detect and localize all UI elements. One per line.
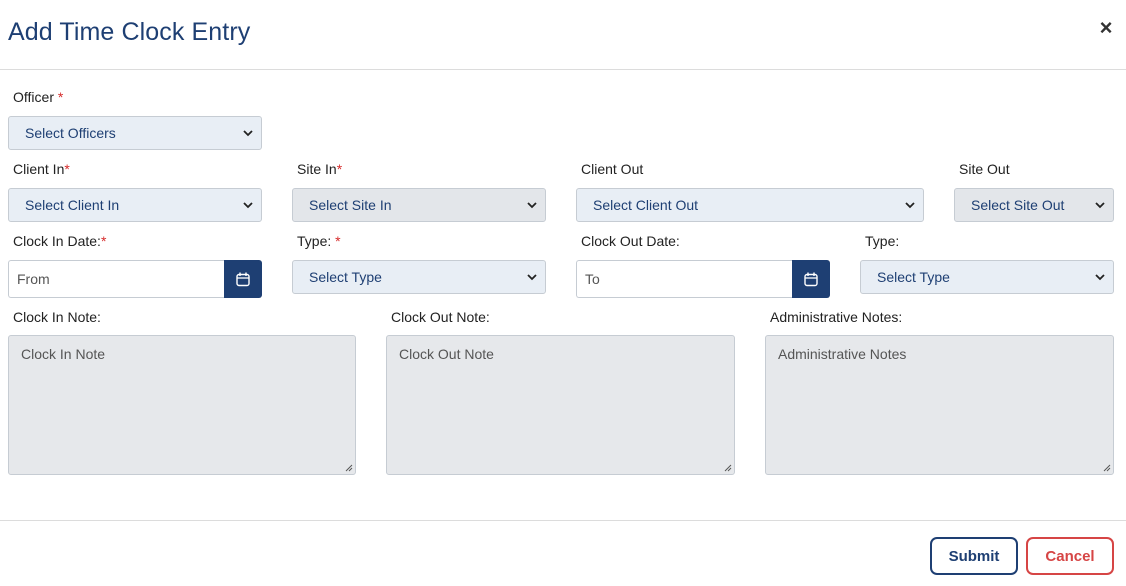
clock-out-note-label: Clock Out Note: xyxy=(391,309,490,325)
required-mark: * xyxy=(335,233,341,249)
clock-in-note-textarea[interactable]: Clock In Note xyxy=(8,335,356,475)
chevron-down-icon xyxy=(527,189,537,221)
chevron-down-icon xyxy=(527,261,537,293)
cancel-button[interactable]: Cancel xyxy=(1026,537,1114,575)
clock-out-note-placeholder: Clock Out Note xyxy=(399,346,494,362)
clock-in-date-input[interactable]: From xyxy=(8,260,224,298)
client-out-select[interactable]: Select Client Out xyxy=(576,188,924,222)
submit-button[interactable]: Submit xyxy=(930,537,1018,575)
type-in-select[interactable]: Select Type xyxy=(292,260,546,294)
calendar-icon[interactable] xyxy=(224,260,262,298)
resize-handle-icon[interactable] xyxy=(724,464,732,472)
client-in-label: Client In* xyxy=(13,161,70,177)
site-in-select-value: Select Site In xyxy=(309,197,392,213)
chevron-down-icon xyxy=(1095,189,1105,221)
modal-title: Add Time Clock Entry xyxy=(8,18,251,46)
chevron-down-icon xyxy=(1095,261,1105,293)
footer-divider xyxy=(0,520,1126,521)
type-in-select-value: Select Type xyxy=(309,269,382,285)
chevron-down-icon xyxy=(905,189,915,221)
clock-out-date-input[interactable]: To xyxy=(576,260,792,298)
site-out-select[interactable]: Select Site Out xyxy=(954,188,1114,222)
required-mark: * xyxy=(336,161,343,177)
site-in-select[interactable]: Select Site In xyxy=(292,188,546,222)
admin-notes-placeholder: Administrative Notes xyxy=(778,346,907,362)
chevron-down-icon xyxy=(243,117,253,149)
required-mark: * xyxy=(57,89,64,105)
resize-handle-icon[interactable] xyxy=(1103,464,1111,472)
clock-in-note-placeholder: Clock In Note xyxy=(21,346,106,362)
officer-label: Officer * xyxy=(13,89,64,105)
site-out-select-value: Select Site Out xyxy=(971,197,1065,213)
officer-select-value: Select Officers xyxy=(25,125,116,141)
admin-notes-textarea[interactable]: Administrative Notes xyxy=(765,335,1114,475)
close-icon[interactable]: × xyxy=(1097,17,1115,39)
client-in-select[interactable]: Select Client In xyxy=(8,188,262,222)
client-out-select-value: Select Client Out xyxy=(593,197,699,213)
required-mark: * xyxy=(64,161,70,177)
type-out-select-value: Select Type xyxy=(877,269,950,285)
clock-out-note-textarea[interactable]: Clock Out Note xyxy=(386,335,735,475)
resize-handle-icon[interactable] xyxy=(345,464,353,472)
clock-in-note-label: Clock In Note: xyxy=(13,309,101,325)
required-mark: * xyxy=(100,233,107,249)
client-in-select-value: Select Client In xyxy=(25,197,120,213)
officer-select[interactable]: Select Officers xyxy=(8,116,262,150)
chevron-down-icon xyxy=(243,189,253,221)
type-in-label: Type: * xyxy=(297,233,341,249)
site-in-label: Site In* xyxy=(297,161,343,177)
client-out-label: Client Out xyxy=(581,161,644,177)
type-out-label: Type: xyxy=(865,233,900,249)
type-out-select[interactable]: Select Type xyxy=(860,260,1114,294)
clock-out-date-label: Clock Out Date: xyxy=(581,233,680,249)
admin-notes-label: Administrative Notes: xyxy=(770,309,903,325)
site-out-label: Site Out xyxy=(959,161,1010,177)
clock-in-date-label: Clock In Date:* xyxy=(13,233,107,249)
calendar-icon[interactable] xyxy=(792,260,830,298)
modal-header: Add Time Clock Entry × xyxy=(0,0,1126,70)
